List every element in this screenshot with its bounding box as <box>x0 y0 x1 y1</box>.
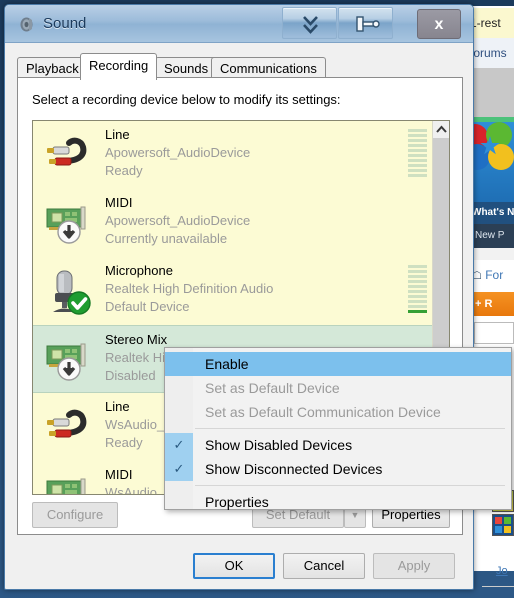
menu-item-label: Properties <box>205 494 269 510</box>
close-icon[interactable]: x <box>417 9 461 39</box>
whats-new-heading: What's N <box>470 202 514 224</box>
device-name: Microphone <box>105 263 173 278</box>
device-description: Apowersoft_AudioDevice <box>105 145 251 160</box>
browser-toolbar-strip <box>470 68 514 117</box>
configure-button[interactable]: Configure <box>32 502 118 528</box>
list-item[interactable]: Line Apowersoft_AudioDevice Ready <box>33 121 449 189</box>
pin-button[interactable] <box>338 7 393 39</box>
volume-meter <box>408 265 427 317</box>
cancel-button[interactable]: Cancel <box>283 553 365 579</box>
meter-segment <box>408 305 427 308</box>
pin-icon <box>356 16 380 32</box>
device-status: Disabled <box>105 368 156 383</box>
tab-strip: Playback Recording Sounds Communications <box>17 53 473 80</box>
meter-segment <box>408 134 427 137</box>
page-spacer <box>470 248 514 260</box>
meter-segment <box>408 159 427 162</box>
meter-segment <box>408 149 427 152</box>
device-context-menu: Enable Set as Default Device Set as Defa… <box>164 347 512 510</box>
panel-instruction-label: Select a recording device below to modif… <box>32 92 341 107</box>
apply-button[interactable]: Apply <box>373 553 455 579</box>
meter-segment <box>408 295 427 298</box>
speaker-icon <box>20 17 33 32</box>
device-description: Realtek High Definition Audio <box>105 281 274 296</box>
window-title: Sound <box>43 15 87 32</box>
meter-segment <box>408 265 427 268</box>
thumbnail-image[interactable] <box>492 514 514 536</box>
checkmark-icon: ✓ <box>165 433 193 457</box>
list-item[interactable]: Microphone Realtek High Definition Audio… <box>33 257 449 325</box>
meter-segment <box>408 169 427 172</box>
new-post-cta-button[interactable]: + R <box>470 292 514 316</box>
pci-sound-card-icon <box>46 343 86 381</box>
menu-item-label: Show Disconnected Devices <box>205 461 383 477</box>
collapse-double-arrow-button[interactable] <box>282 7 337 39</box>
device-status: Ready <box>105 435 143 450</box>
browser-address-bar[interactable]: forums <box>470 38 514 68</box>
tab-playback[interactable]: Playback <box>17 57 88 79</box>
footer-link[interactable]: Jo <box>496 565 508 577</box>
meter-segment <box>408 290 427 293</box>
device-description: Apowersoft_AudioDevice <box>105 213 251 228</box>
device-status: Default Device <box>105 299 190 314</box>
meter-segment <box>408 280 427 283</box>
page-nav-item[interactable]: New P <box>470 224 514 248</box>
device-name: Line <box>105 399 130 414</box>
pci-sound-card-icon <box>46 478 86 494</box>
title-bar[interactable]: Sound x <box>5 5 473 43</box>
breadcrumb-label: For <box>485 268 504 282</box>
menu-separator <box>195 485 505 486</box>
menu-item-label: Enable <box>205 356 249 372</box>
meter-segment <box>408 129 427 132</box>
device-status: Currently unavailable <box>105 231 228 246</box>
scroll-up-arrow-icon[interactable] <box>433 121 449 138</box>
ok-button[interactable]: OK <box>193 553 275 579</box>
meter-segment <box>408 285 427 288</box>
microphone-icon <box>53 270 91 315</box>
checkmark-icon: ✓ <box>165 457 193 481</box>
footer-divider <box>482 586 514 587</box>
chevron-up-icon <box>436 125 447 133</box>
meter-segment <box>408 275 427 278</box>
rca-line-cable-icon <box>47 409 87 438</box>
device-name: MIDI <box>105 467 133 482</box>
double-chevron-down-icon <box>303 16 318 34</box>
menu-item-show-disconnected-devices[interactable]: ✓ Show Disconnected Devices <box>165 457 511 481</box>
menu-item-show-disabled-devices[interactable]: ✓ Show Disabled Devices <box>165 433 511 457</box>
meter-segment-lit <box>408 310 427 313</box>
list-item[interactable]: MIDI Apowersoft_AudioDevice Currently un… <box>33 189 449 257</box>
pci-sound-card-icon <box>46 206 86 244</box>
menu-item-set-as-default-device[interactable]: Set as Default Device <box>165 376 511 400</box>
meter-segment <box>408 154 427 157</box>
meter-segment <box>408 164 427 167</box>
menu-item-properties[interactable]: Properties <box>165 490 511 514</box>
page-input-field[interactable] <box>474 322 514 344</box>
tab-recording[interactable]: Recording <box>80 53 158 80</box>
menu-item-label: Show Disabled Devices <box>205 437 353 453</box>
rca-line-cable-icon <box>47 137 87 166</box>
device-name: Stereo Mix <box>105 332 168 347</box>
meter-segment <box>408 144 427 147</box>
meter-segment <box>408 270 427 273</box>
device-name: MIDI <box>105 195 133 210</box>
menu-item-label: Set as Default Device <box>205 380 340 396</box>
meter-segment <box>408 139 427 142</box>
meter-segment <box>408 300 427 303</box>
menu-separator <box>195 428 505 429</box>
meter-segment <box>408 174 427 177</box>
device-name: Line <box>105 127 130 142</box>
page-hero-banner <box>470 122 514 202</box>
tab-communications[interactable]: Communications <box>211 57 326 79</box>
menu-item-label: Set as Default Communication Device <box>205 404 441 420</box>
menu-item-set-as-default-communication-device[interactable]: Set as Default Communication Device <box>165 400 511 424</box>
browser-tab-label[interactable]: 1-rest <box>470 8 514 38</box>
tab-sounds[interactable]: Sounds <box>155 57 218 79</box>
volume-meter <box>408 129 427 181</box>
breadcrumb[interactable]: ☖ For <box>470 262 514 288</box>
device-status: Ready <box>105 163 143 178</box>
menu-item-enable[interactable]: Enable <box>165 352 511 376</box>
